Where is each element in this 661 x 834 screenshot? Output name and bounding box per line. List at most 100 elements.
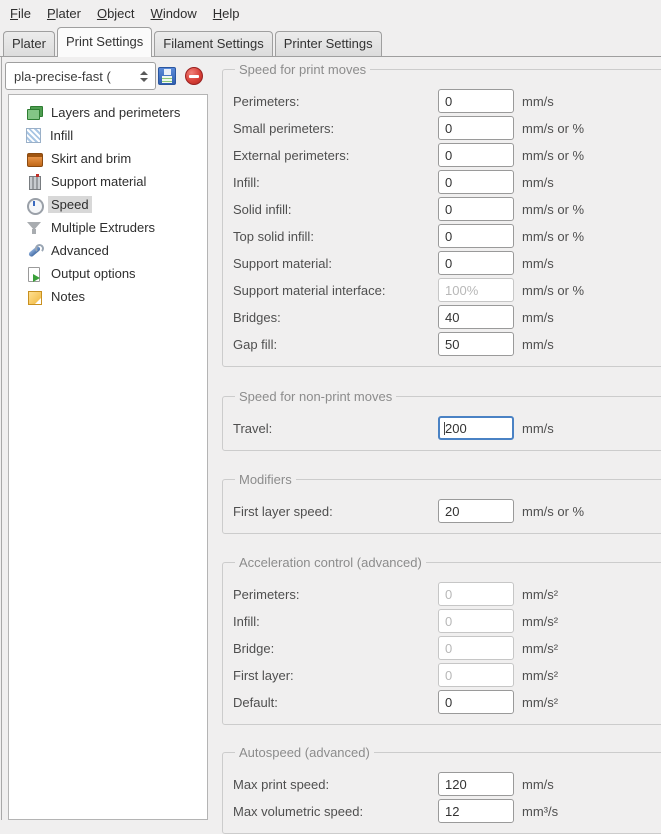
input-perimeters[interactable] [438, 89, 514, 113]
input-first-layer[interactable] [438, 663, 514, 687]
support-icon [26, 174, 42, 190]
field-label: Support material interface: [233, 283, 438, 298]
sidebar-item-label: Advanced [48, 242, 112, 259]
menu-item-window[interactable]: Window [143, 3, 205, 24]
sidebar-item-multiple-extruders[interactable]: Multiple Extruders [9, 216, 207, 239]
setting-row-first-layer: First layer:mm/s² [233, 663, 661, 687]
menu-mnemonic: W [151, 6, 163, 21]
preset-combobox[interactable]: pla-precise-fast ( [5, 62, 156, 90]
sidebar-item-skirt-and-brim[interactable]: Skirt and brim [9, 147, 207, 170]
field-label: Small perimeters: [233, 121, 438, 136]
field-label: Support material: [233, 256, 438, 271]
sidebar-item-support-material[interactable]: Support material [9, 170, 207, 193]
tab-plater[interactable]: Plater [3, 31, 55, 56]
sidebar-item-label: Skirt and brim [48, 150, 134, 167]
input-solid-infill[interactable] [438, 197, 514, 221]
delete-preset-button[interactable] [185, 67, 203, 85]
unit-label: mm/s or % [522, 504, 584, 519]
unit-label: mm/s² [522, 695, 558, 710]
field-label: Bridges: [233, 310, 438, 325]
input-infill[interactable] [438, 609, 514, 633]
menu-item-help[interactable]: Help [205, 3, 248, 24]
menu-mnemonic: H [213, 6, 222, 21]
input-support-material[interactable] [438, 251, 514, 275]
sidebar-item-label: Support material [48, 173, 149, 190]
setting-row-default: Default: mm/s² [233, 690, 661, 714]
menu-label: elp [222, 6, 239, 21]
menu-mnemonic: P [47, 6, 56, 21]
sidebar-item-label: Multiple Extruders [48, 219, 158, 236]
sidebar-item-advanced[interactable]: Advanced [9, 239, 207, 262]
tab-print-settings[interactable]: Print Settings [57, 27, 152, 57]
input-max-print-speed[interactable] [438, 772, 514, 796]
group-speed-for-print-moves: Speed for print movesPerimeters:mm/sSmal… [222, 62, 661, 367]
menu-label: bject [107, 6, 134, 21]
layers-icon [26, 105, 42, 121]
unit-label: mm/s or % [522, 121, 584, 136]
menu-mnemonic: F [10, 6, 18, 21]
sidebar-item-notes[interactable]: Notes [9, 285, 207, 308]
menu-item-file[interactable]: File [2, 3, 39, 24]
menu-item-object[interactable]: Object [89, 3, 143, 24]
sidebar-item-speed[interactable]: Speed [9, 193, 207, 216]
setting-row-perimeters: Perimeters:mm/s² [233, 582, 661, 606]
group-legend: Acceleration control (advanced) [235, 555, 426, 570]
unit-label: mm/s [522, 777, 554, 792]
field-label: Solid infill: [233, 202, 438, 217]
sidebar-item-output-options[interactable]: Output options [9, 262, 207, 285]
setting-row-solid-infill: Solid infill:mm/s or % [233, 197, 661, 221]
group-modifiers: Modifiers First layer speed: mm/s or % [222, 472, 661, 534]
field-label: Infill: [233, 175, 438, 190]
spinner-down-icon[interactable] [140, 78, 148, 82]
input-infill[interactable] [438, 170, 514, 194]
sidebar-item-label: Speed [48, 196, 92, 213]
input-max-volumetric-speed[interactable] [438, 799, 514, 823]
tab-printer-settings[interactable]: Printer Settings [275, 31, 382, 56]
setting-row-infill: Infill:mm/s² [233, 609, 661, 633]
content-area: pla-precise-fast ( Layers and perimeters… [0, 57, 661, 820]
input-small-perimeters[interactable] [438, 116, 514, 140]
infill-icon [26, 128, 41, 143]
unit-label: mm/s [522, 94, 554, 109]
input-travel[interactable] [438, 416, 514, 440]
setting-row-support-material-interface: Support material interface:mm/s or % [233, 278, 661, 302]
setting-row-support-material: Support material:mm/s [233, 251, 661, 275]
save-preset-button[interactable] [158, 67, 176, 85]
notes-icon [26, 289, 42, 305]
input-gap-fill[interactable] [438, 332, 514, 356]
field-label: Gap fill: [233, 337, 438, 352]
unit-label: mm/s² [522, 614, 558, 629]
sidebar-item-layers-and-perimeters[interactable]: Layers and perimeters [9, 101, 207, 124]
setting-row-small-perimeters: Small perimeters: mm/s or % [233, 116, 661, 140]
output-icon [26, 266, 42, 282]
input-perimeters[interactable] [438, 582, 514, 606]
input-top-solid-infill[interactable] [438, 224, 514, 248]
input-first-layer-speed[interactable] [438, 499, 514, 523]
input-external-perimeters[interactable] [438, 143, 514, 167]
spinner-arrows-icon[interactable] [133, 71, 155, 82]
group-legend: Modifiers [235, 472, 296, 487]
tab-filament-settings[interactable]: Filament Settings [154, 31, 272, 56]
settings-tree: Layers and perimeters Infill Skirt and bri… [8, 94, 208, 820]
field-label: Perimeters: [233, 94, 438, 109]
spinner-up-icon[interactable] [140, 71, 148, 75]
input-default[interactable] [438, 690, 514, 714]
input-bridge[interactable] [438, 636, 514, 660]
input-support-material-interface[interactable] [438, 278, 514, 302]
unit-label: mm/s² [522, 641, 558, 656]
menu-mnemonic: O [97, 6, 107, 21]
sidebar-item-label: Layers and perimeters [48, 104, 183, 121]
field-label: Default: [233, 695, 438, 710]
sidebar-item-infill[interactable]: Infill [9, 124, 207, 147]
unit-label: mm/s [522, 175, 554, 190]
unit-label: mm³/s [522, 804, 558, 819]
group-autospeed-advanced: Autospeed (advanced)Max print speed:mm/s… [222, 745, 661, 834]
field-label: First layer: [233, 668, 438, 683]
field-label: Top solid infill: [233, 229, 438, 244]
menu-label: later [56, 6, 81, 21]
group-legend: Autospeed (advanced) [235, 745, 374, 760]
menu-item-plater[interactable]: Plater [39, 3, 89, 24]
field-label: Travel: [233, 421, 438, 436]
field-label: First layer speed: [233, 504, 438, 519]
input-bridges[interactable] [438, 305, 514, 329]
